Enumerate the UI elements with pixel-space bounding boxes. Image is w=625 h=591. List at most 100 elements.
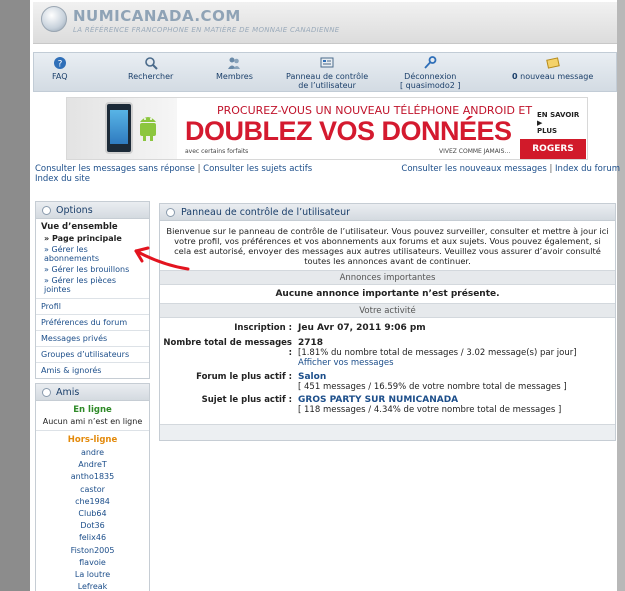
sidebar-item-profile[interactable]: Profil	[36, 298, 149, 314]
site-subtitle: LA RÉFÉRENCE FRANCOPHONE EN MATIÈRE DE M…	[73, 26, 340, 34]
nav-members-label: Membres	[216, 72, 253, 81]
active-forum-detail: [ 451 messages / 16.59% de votre nombre …	[298, 382, 567, 392]
ad-cta-line2: PLUS	[537, 127, 558, 135]
ad-image-area	[67, 98, 177, 159]
sidebar-item-private-messages[interactable]: Messages privés	[36, 330, 149, 346]
friend-link[interactable]: Fiston2005	[36, 545, 149, 557]
members-icon	[228, 57, 241, 69]
friends-title: Amis	[56, 387, 80, 398]
ad-headline-2: DOUBLEZ VOS DONNÉES	[185, 116, 512, 146]
control-panel-icon	[320, 57, 334, 68]
site-header: NUMICANADA.COM LA RÉFÉRENCE FRANCOPHONE …	[33, 2, 617, 44]
activity-header: Votre activité	[160, 303, 615, 318]
friends-online-none: Aucun ami n’est en ligne	[42, 417, 143, 426]
link-unanswered[interactable]: Consulter les messages sans réponse	[35, 164, 195, 174]
options-manage-attachments[interactable]: » Gérer les pièces jointes	[36, 275, 149, 298]
friend-link[interactable]: che1984	[36, 496, 149, 508]
friend-link[interactable]: flavoie	[36, 557, 149, 569]
ad-banner[interactable]: PROCUREZ-VOUS UN NOUVEAU TÉLÉPHONE ANDRO…	[66, 97, 588, 160]
link-forum-index[interactable]: Index du forum	[555, 164, 620, 174]
main-navbar: ? FAQ Rechercher Membres Panneau de cont…	[33, 52, 617, 92]
user-control-panel: Panneau de contrôle de l’utilisateur Bie…	[159, 203, 616, 441]
friends-box: Amis En ligne Aucun ami n’est en ligne H…	[35, 383, 150, 591]
friend-link[interactable]: La loutre	[36, 569, 149, 581]
sidebar-item-preferences[interactable]: Préférences du forum	[36, 314, 149, 330]
site-title[interactable]: NUMICANADA.COM	[73, 7, 241, 25]
nav-messages-count: 0	[512, 72, 518, 81]
show-posts-link[interactable]: Afficher vos messages	[298, 358, 394, 368]
phone-image	[105, 102, 133, 154]
collapse-icon[interactable]	[42, 206, 51, 215]
friend-link[interactable]: Lefreak	[36, 581, 149, 591]
active-forum-link[interactable]: Salon	[298, 372, 326, 382]
link-separator: |	[549, 164, 553, 174]
link-new-posts[interactable]: Consulter les nouveaux messages	[401, 164, 546, 174]
friends-header: Amis	[36, 384, 149, 401]
active-forum-label: Forum le plus actif :	[196, 372, 292, 382]
search-icon	[144, 57, 158, 70]
nav-faq[interactable]: ? FAQ	[52, 56, 68, 81]
options-title: Options	[56, 205, 93, 216]
nav-user-control-panel[interactable]: Panneau de contrôle de l’utilisateur	[286, 56, 368, 90]
friend-link[interactable]: Dot36	[36, 520, 149, 532]
nav-logout-label: Déconnexion	[404, 72, 457, 81]
android-mascot-icon	[140, 117, 156, 141]
options-overview[interactable]: Vue d’ensemble	[36, 219, 149, 233]
panel-header: Panneau de contrôle de l’utilisateur	[160, 204, 615, 221]
no-announcement-text: Aucune annonce importante n’est présente…	[275, 289, 500, 299]
svg-text:?: ?	[57, 60, 62, 70]
friend-link[interactable]: antho1835	[36, 471, 149, 483]
posts-detail: [1.81% du nombre total de messages / 3.0…	[298, 348, 577, 358]
sidebar-item-friends-foes[interactable]: Amis & ignorés	[36, 362, 149, 378]
site-logo-icon[interactable]	[41, 6, 67, 32]
ad-cta-line1: EN SAVOIR	[537, 111, 580, 119]
nav-ucp-label-1: Panneau de contrôle	[286, 72, 369, 81]
active-topic-label: Sujet le plus actif :	[201, 395, 292, 405]
ad-fineprint-right: VIVEZ COMME JAMAIS…	[439, 148, 511, 155]
left-margin-bar	[0, 0, 30, 591]
friends-offline-title: Hors-ligne	[36, 430, 149, 447]
sidebar-item-usergroups[interactable]: Groupes d’utilisateurs	[36, 346, 149, 362]
nav-faq-label: FAQ	[52, 72, 68, 81]
panel-intro-text: Bienvenue sur le panneau de contrôle de …	[166, 226, 609, 266]
friend-link[interactable]: felix46	[36, 532, 149, 544]
friend-link[interactable]: castor	[36, 484, 149, 496]
panel-title: Panneau de contrôle de l’utilisateur	[181, 207, 351, 218]
link-separator: |	[197, 164, 201, 174]
friend-link[interactable]: AndreT	[36, 459, 149, 471]
friends-online-title: En ligne	[73, 405, 112, 415]
help-icon: ?	[53, 57, 66, 70]
options-header: Options	[36, 202, 149, 219]
nav-logout[interactable]: Déconnexion [ quasimodo2 ]	[400, 56, 461, 90]
nav-ucp-label-2: de l’utilisateur	[298, 81, 356, 90]
nav-search-label: Rechercher	[128, 72, 174, 81]
posts-value: 2718	[298, 338, 324, 348]
collapse-icon[interactable]	[42, 388, 51, 397]
link-active-topics[interactable]: Consulter les sujets actifs	[203, 164, 312, 174]
link-site-index[interactable]: Index du site	[35, 174, 90, 184]
activity-stats: Inscription : Jeu Avr 07, 2011 9:06 pm N…	[160, 318, 615, 418]
nav-logout-user: [ quasimodo2 ]	[400, 81, 461, 90]
collapse-icon[interactable]	[166, 208, 175, 217]
panel-footer	[160, 424, 615, 440]
joined-value: Jeu Avr 07, 2011 9:06 pm	[298, 323, 426, 333]
ad-learn-more[interactable]: EN SAVOIR ▶ PLUS	[537, 111, 587, 135]
nav-messages-label: nouveau message	[520, 72, 594, 81]
key-icon	[424, 56, 437, 69]
friend-link[interactable]: andre	[36, 447, 149, 459]
nav-members[interactable]: Membres	[216, 56, 253, 81]
joined-label: Inscription :	[234, 323, 292, 333]
active-topic-link[interactable]: GROS PARTY SUR NUMICANADA	[298, 395, 458, 405]
annotation-arrow-icon	[134, 246, 190, 271]
nav-search[interactable]: Rechercher	[128, 56, 173, 81]
nav-private-messages[interactable]: 0 nouveau message	[512, 56, 593, 81]
announcements-header: Annonces importantes	[160, 270, 615, 285]
right-scrollbar[interactable]	[617, 0, 625, 591]
friend-link[interactable]: Club64	[36, 508, 149, 520]
ad-fineprint-left: avec certains forfaits	[185, 148, 249, 155]
ad-brand-logo: ROGERS	[520, 139, 586, 159]
message-envelope-icon	[545, 57, 560, 69]
posts-label: Nombre total de messages :	[163, 338, 292, 358]
options-box: Options Vue d’ensemble » Page principale…	[35, 201, 150, 379]
active-topic-detail: [ 118 messages / 4.34% de votre nombre t…	[298, 405, 562, 415]
